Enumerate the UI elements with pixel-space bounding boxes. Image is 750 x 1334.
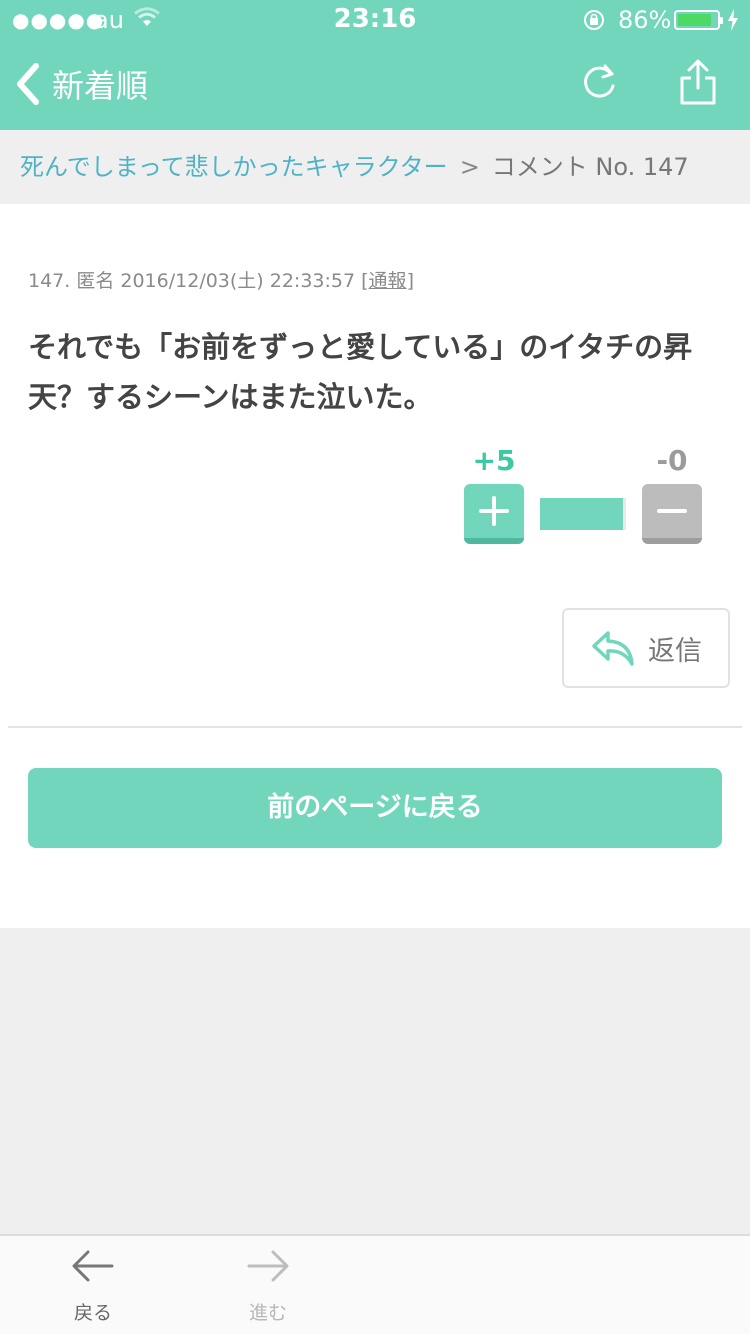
comment-meta: 147. 匿名 2016/12/03(土) 22:33:57 [通報] [28,266,414,293]
reload-icon[interactable] [578,60,620,104]
breadcrumb-separator: > [459,153,480,181]
vote-ratio-bar [540,498,626,530]
arrow-left-icon [72,1250,114,1282]
plus-icon [479,496,509,526]
share-icon[interactable] [676,58,720,106]
reply-label: 返信 [648,635,702,667]
nav-back-button[interactable]: 新着順 [12,58,148,110]
battery-icon [674,10,723,30]
back-to-previous-page-button[interactable]: 前のページに戻る [28,768,722,848]
toolbar-forward-button[interactable]: 進む [223,1248,313,1325]
nav-back-label: 新着順 [52,67,149,105]
comment-body: それでも「お前をずっと愛している」のイタチの昇天？するシーンはまた泣いた。 [28,330,693,414]
arrow-right-icon [247,1250,289,1282]
status-bar: ●●●●● au 23:16 86% [0,0,750,40]
battery-fill [678,14,711,26]
report-link[interactable]: 通報 [369,270,407,292]
bottom-toolbar: 戻る 進む [0,1234,750,1334]
comment-meta-text: 147. 匿名 2016/12/03(土) 22:33:57 [ [28,270,369,292]
comment-card: 147. 匿名 2016/12/03(土) 22:33:57 [通報] それでも… [0,204,750,928]
plus-vote-count: +5 [472,444,516,477]
plus-vote-button[interactable] [464,484,524,544]
toolbar-back-button[interactable]: 戻る [48,1248,138,1325]
minus-vote-button[interactable] [642,484,702,544]
reply-arrow-icon [592,631,634,666]
reply-button[interactable]: 返信 [562,608,730,688]
breadcrumb: 死んでしまって悲しかったキャラクター > コメント No. 147 [0,130,750,204]
comment-meta-end: ] [406,270,414,292]
vote-ratio-fill [540,498,624,530]
orientation-lock-icon [584,10,604,30]
chevron-left-icon [17,63,39,105]
toolbar-forward-label: 進む [248,1302,287,1324]
minus-vote-count: -0 [656,444,688,477]
battery-percent: 86% [618,6,672,34]
minus-icon [657,509,687,513]
header: ●●●●● au 23:16 86% 新着順 [0,0,750,130]
charging-icon [728,9,738,31]
toolbar-back-label: 戻る [73,1302,112,1324]
breadcrumb-topic-link[interactable]: 死んでしまって悲しかったキャラクター [20,153,448,181]
divider [8,726,742,728]
breadcrumb-current: コメント No. 147 [491,153,689,181]
